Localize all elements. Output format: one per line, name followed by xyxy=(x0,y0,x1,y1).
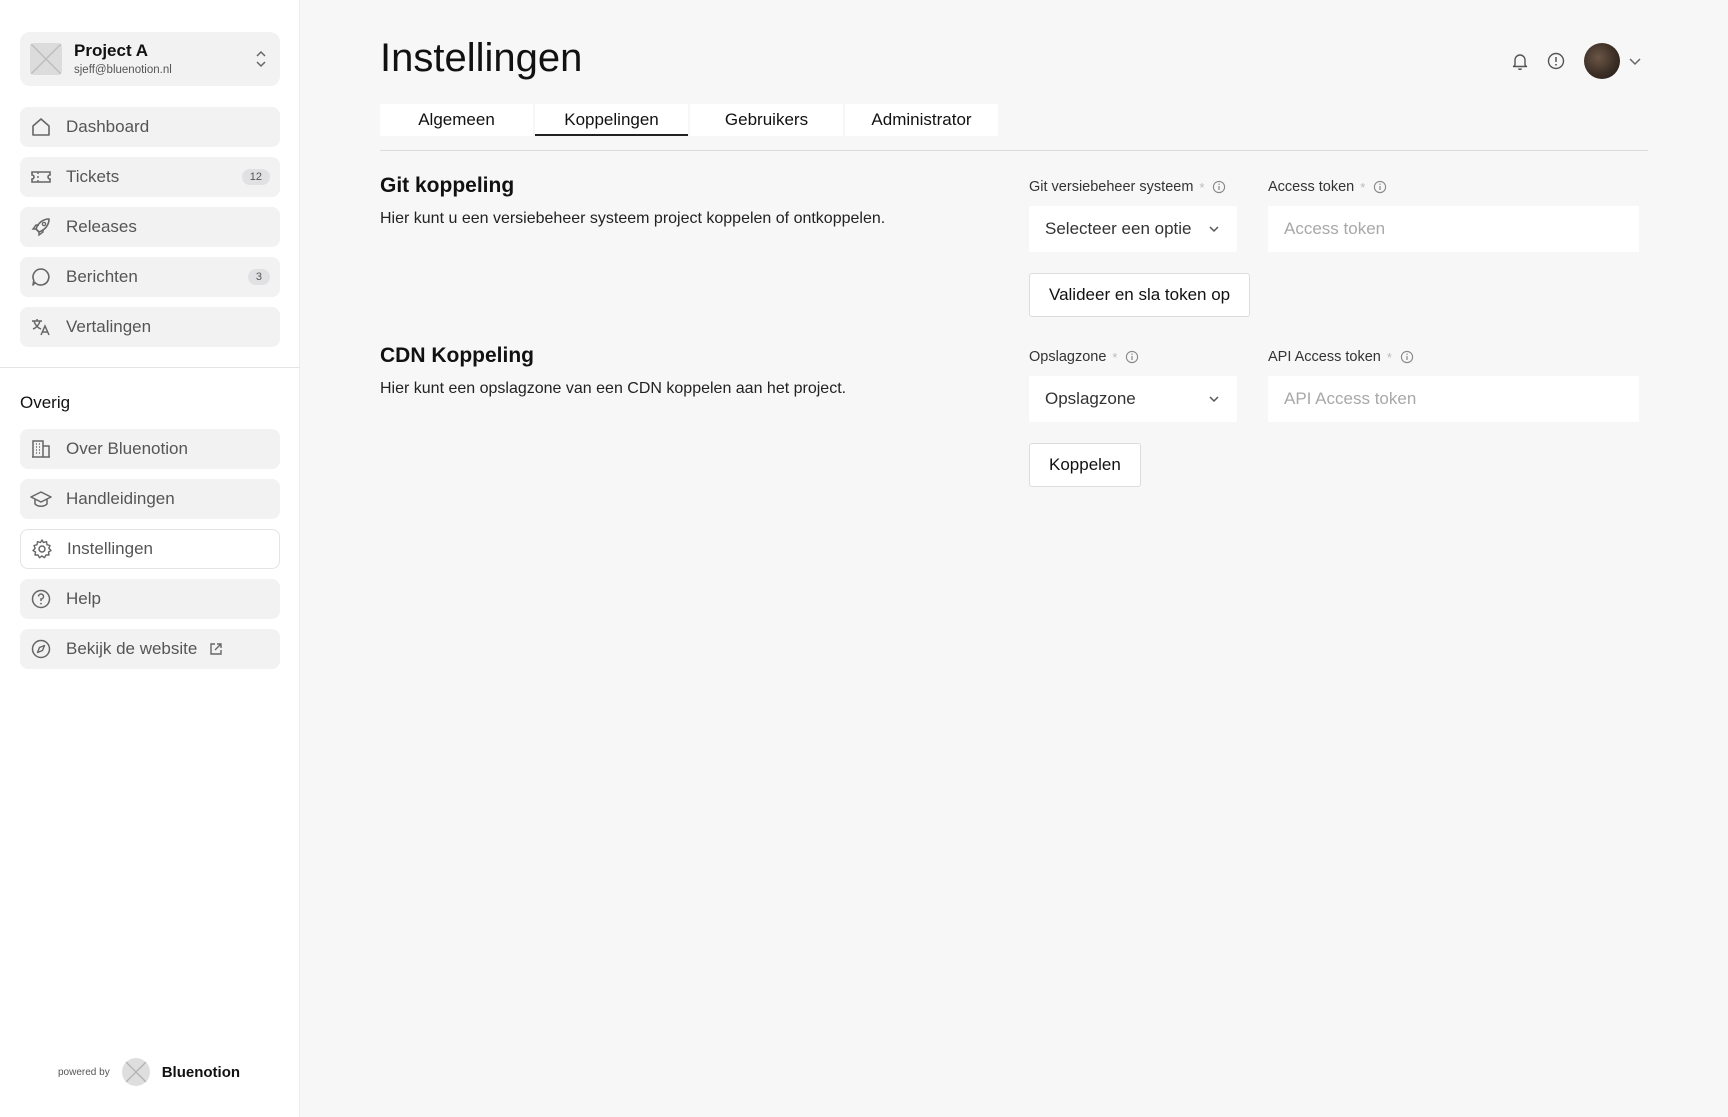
building-icon xyxy=(32,440,50,458)
info-icon[interactable] xyxy=(1546,51,1566,71)
project-email: sjeff@bluenotion.nl xyxy=(74,63,172,76)
divider xyxy=(0,367,300,368)
chevron-down-icon xyxy=(1209,396,1219,403)
sidebar-item-label: Releases xyxy=(66,217,137,236)
powered-by: powered by Bluenotion xyxy=(58,1058,240,1086)
vcs-label: Git versiebeheer systeem * xyxy=(1029,179,1226,195)
tab-koppelingen[interactable]: Koppelingen xyxy=(535,104,688,136)
access-token-label: Access token * xyxy=(1268,179,1387,195)
api-token-input[interactable] xyxy=(1268,376,1639,422)
bell-icon[interactable] xyxy=(1510,51,1530,71)
section-title: Overig xyxy=(20,393,71,412)
api-token-label: API Access token * xyxy=(1268,349,1414,365)
sidebar-item-label: Bekijk de website xyxy=(66,639,198,658)
required-mark: * xyxy=(1112,349,1118,365)
project-logo xyxy=(30,43,62,75)
sidebar-item-releases[interactable]: Releases xyxy=(20,207,280,247)
git-section-description: Hier kunt u een versiebeheer systeem pro… xyxy=(380,210,886,227)
vcs-label-text: Git versiebeheer systeem xyxy=(1029,179,1194,195)
connect-button[interactable]: Koppelen xyxy=(1029,443,1141,487)
rocket-icon xyxy=(31,218,50,237)
chat-icon xyxy=(32,268,50,286)
chevron-down-icon xyxy=(1209,226,1219,233)
api-token-label-text: API Access token xyxy=(1268,349,1381,365)
required-mark: * xyxy=(1386,349,1392,365)
chevron-down-icon[interactable] xyxy=(1628,54,1642,68)
home-icon xyxy=(32,118,50,136)
sidebar-item-help[interactable]: Help xyxy=(20,579,280,619)
sidebar-item-label: Instellingen xyxy=(67,539,154,558)
sidebar-item-label: Tickets xyxy=(66,167,120,186)
project-switcher[interactable]: Project A sjeff@bluenotion.nl xyxy=(20,32,280,86)
tab-administrator[interactable]: Administrator xyxy=(845,104,998,136)
sidebar-item-tickets[interactable]: Tickets 12 xyxy=(20,157,280,197)
storage-zone-select-value: Opslagzone xyxy=(1045,389,1136,408)
sidebar-item-label: Vertalingen xyxy=(66,317,152,336)
compass-icon xyxy=(31,639,51,659)
tab-algemeen[interactable]: Algemeen xyxy=(380,104,533,136)
help-circle-icon xyxy=(31,589,51,609)
access-token-label-text: Access token xyxy=(1268,179,1355,195)
storage-zone-select[interactable]: Opslagzone xyxy=(1029,376,1237,422)
sidebar-item-over-bluenotion[interactable]: Over Bluenotion xyxy=(20,429,280,469)
sidebar-item-vertalingen[interactable]: Vertalingen xyxy=(20,307,280,347)
sidebar-item-dashboard[interactable]: Dashboard xyxy=(20,107,280,147)
main-nav: Dashboard Tickets 12 Releases Berichten … xyxy=(20,107,280,357)
info-icon[interactable] xyxy=(1373,180,1387,194)
header-actions xyxy=(1510,42,1642,80)
gear-icon xyxy=(32,539,52,559)
required-mark: * xyxy=(1199,179,1205,195)
sidebar-item-instellingen[interactable]: Instellingen xyxy=(20,529,280,569)
brand-name: Bluenotion xyxy=(161,1063,241,1081)
sidebar-item-berichten[interactable]: Berichten 3 xyxy=(20,257,280,297)
git-section-title: Git koppeling xyxy=(380,174,515,197)
sidebar-item-label: Handleidingen xyxy=(66,489,175,508)
external-link-icon xyxy=(210,643,223,655)
project-name: Project A xyxy=(74,40,149,60)
ticket-icon xyxy=(31,171,51,183)
count-badge: 3 xyxy=(247,269,270,285)
tab-gebruikers[interactable]: Gebruikers xyxy=(690,104,843,136)
sidebar-item-bekijk-website[interactable]: Bekijk de website xyxy=(20,629,280,669)
avatar[interactable] xyxy=(1584,43,1620,79)
required-mark: * xyxy=(1360,179,1366,195)
sidebar: Project A sjeff@bluenotion.nl Dashboard … xyxy=(0,0,300,1117)
access-token-input[interactable] xyxy=(1268,206,1639,252)
sidebar-item-label: Help xyxy=(66,589,101,608)
count-badge: 12 xyxy=(241,169,270,185)
sidebar-item-handleidingen[interactable]: Handleidingen xyxy=(20,479,280,519)
main-content: Instellingen Algemeen Koppelingen Gebrui… xyxy=(300,0,1728,1117)
info-icon[interactable] xyxy=(1125,350,1139,364)
sidebar-item-label: Dashboard xyxy=(66,117,150,136)
page-title: Instellingen xyxy=(380,36,583,80)
powered-by-text: powered by xyxy=(58,1066,110,1078)
cdn-section-description: Hier kunt een opslagzone van een CDN kop… xyxy=(380,380,847,397)
info-icon[interactable] xyxy=(1212,180,1226,194)
info-icon[interactable] xyxy=(1400,350,1414,364)
sidebar-item-label: Berichten xyxy=(66,267,138,286)
settings-tabs: Algemeen Koppelingen Gebruikers Administ… xyxy=(380,104,1000,136)
translate-icon xyxy=(32,319,50,336)
cdn-section-title: CDN Koppeling xyxy=(380,344,534,367)
other-nav: Over Bluenotion Handleidingen Instelling… xyxy=(20,429,280,679)
tabs-divider xyxy=(380,150,1648,151)
storage-zone-label-text: Opslagzone xyxy=(1029,349,1107,365)
storage-zone-label: Opslagzone * xyxy=(1029,349,1139,365)
chevron-up-down-icon xyxy=(256,50,266,68)
vcs-select[interactable]: Selecteer een optie xyxy=(1029,206,1237,252)
graduation-cap-icon xyxy=(30,491,52,507)
validate-save-token-button[interactable]: Valideer en sla token op xyxy=(1029,273,1251,317)
vcs-select-value: Selecteer een optie xyxy=(1045,219,1192,238)
bluenotion-logo xyxy=(121,1058,150,1086)
sidebar-item-label: Over Bluenotion xyxy=(66,439,188,458)
